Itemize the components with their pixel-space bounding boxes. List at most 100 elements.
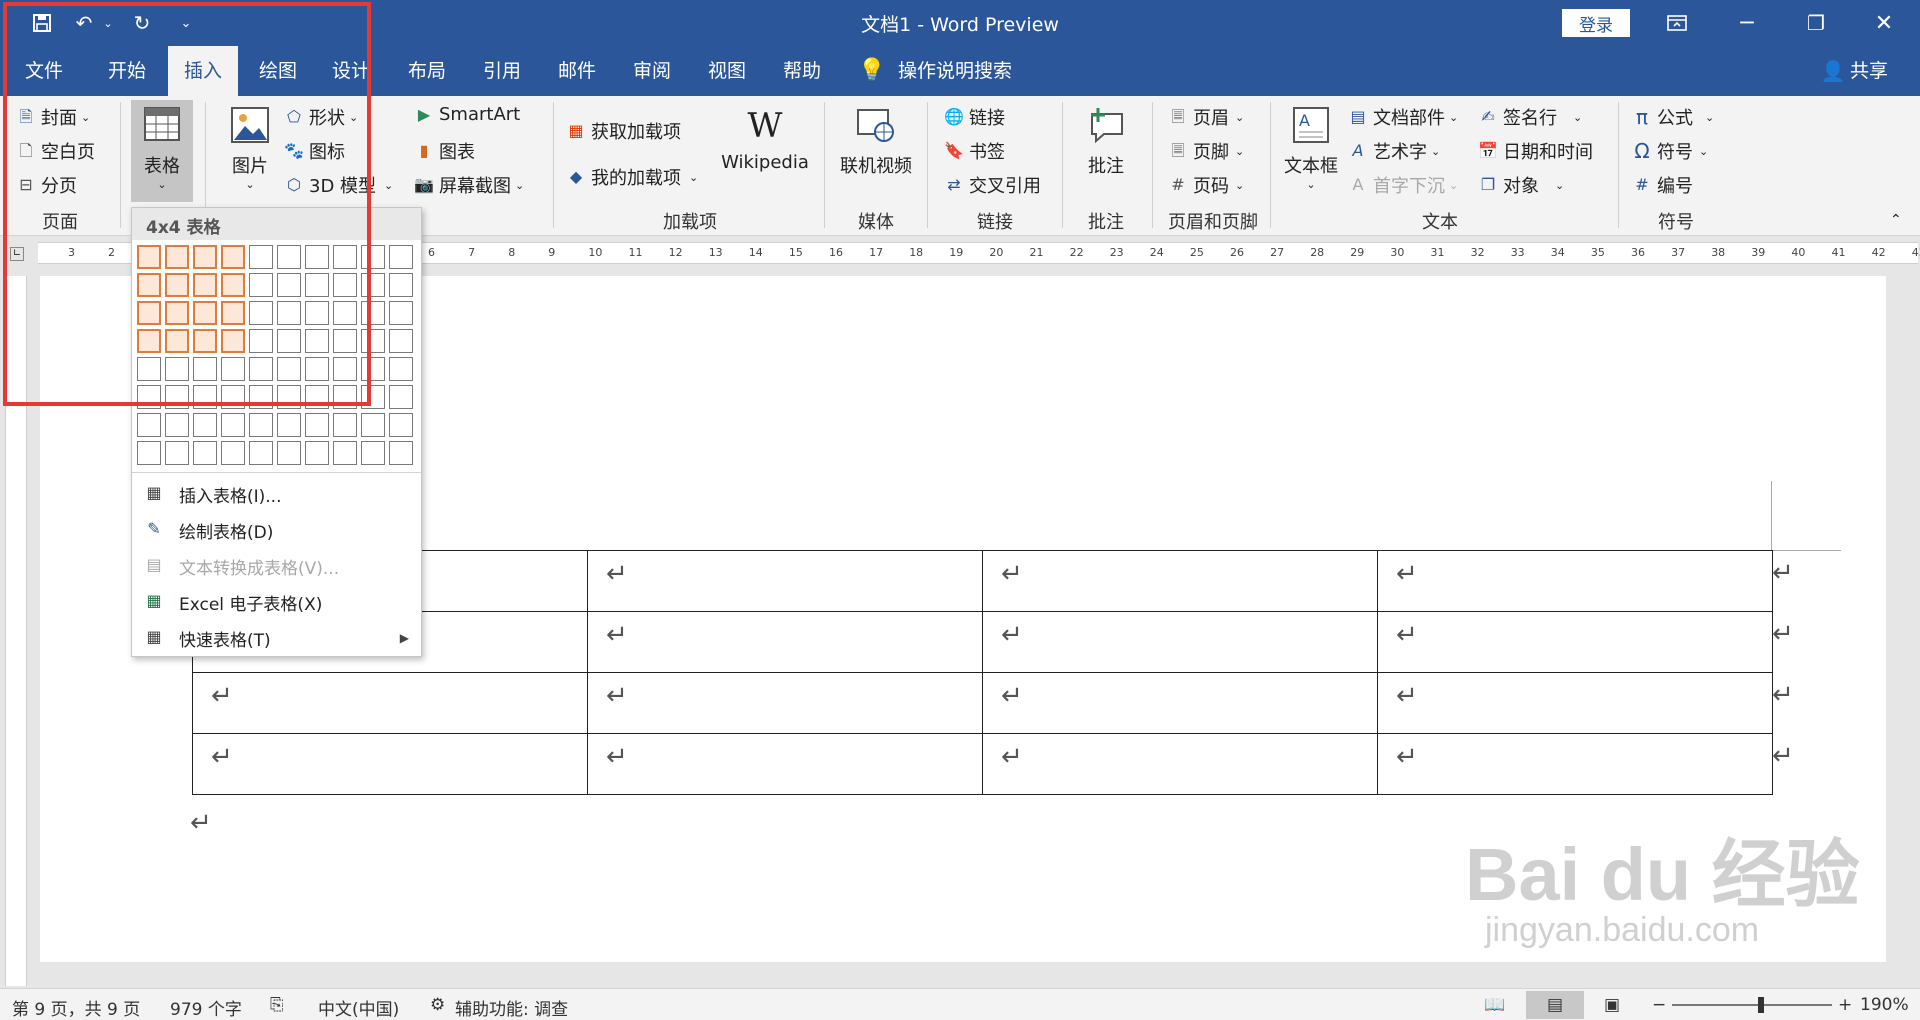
grid-cell[interactable] — [221, 441, 245, 465]
table-cell[interactable]: ↵ — [982, 733, 1378, 795]
grid-cell[interactable] — [305, 441, 329, 465]
tab-references[interactable]: 引用 — [467, 46, 537, 96]
table-cell[interactable]: ↵ — [1377, 550, 1773, 612]
table-cell[interactable]: ↵ — [1377, 672, 1773, 734]
textbox-button[interactable]: A 文本框 ⌄ — [1280, 106, 1342, 191]
cross-reference-button[interactable]: ⇄ 交叉引用 — [944, 172, 1041, 198]
table-cell[interactable]: ↵ — [1377, 611, 1773, 673]
table-cell[interactable]: ↵ — [587, 672, 983, 734]
page-count[interactable]: 第 9 页，共 9 页 — [12, 995, 140, 1020]
read-mode-icon[interactable]: 📖 — [1484, 995, 1505, 1015]
collapse-ribbon-icon[interactable]: ⌃ — [1890, 212, 1902, 228]
date-time-button[interactable]: 📅 日期和时间 — [1478, 138, 1593, 164]
quick-parts-button[interactable]: ▤ 文档部件 ⌄ — [1348, 104, 1458, 130]
tell-me-search[interactable]: 操作说明搜索 — [898, 46, 1028, 96]
quick-tables-item[interactable]: ▦ 快速表格(T) ▶ — [132, 620, 421, 656]
table-cell[interactable]: ↵ — [1377, 733, 1773, 795]
tab-mailings[interactable]: 邮件 — [542, 46, 612, 96]
table-cell[interactable]: ↵ — [587, 611, 983, 673]
screenshot-button[interactable]: 📷 屏幕截图 ⌄ — [414, 172, 524, 198]
signature-line-button[interactable]: ✍ 签名行 ⌄ — [1478, 104, 1582, 130]
drop-cap-button[interactable]: A 首字下沉 ⌄ — [1348, 172, 1459, 198]
footer-button[interactable]: 🗏 页脚 ⌄ — [1168, 138, 1245, 164]
grid-cell[interactable] — [165, 413, 189, 437]
symbol-button[interactable]: Ω 符号 ⌄ — [1632, 138, 1708, 164]
equation-button[interactable]: π 公式 ⌄ — [1632, 104, 1714, 130]
comment-button[interactable]: 批注 — [1076, 106, 1136, 178]
grid-cell[interactable] — [333, 413, 357, 437]
accessibility-status[interactable]: 辅助功能: 调查 — [455, 995, 568, 1020]
zoom-out-icon[interactable]: − — [1652, 995, 1666, 1015]
grid-cell[interactable] — [193, 441, 217, 465]
number-button[interactable]: # 编号 — [1632, 172, 1693, 198]
object-button[interactable]: ❐ 对象 ⌄ — [1478, 172, 1564, 198]
grid-cell[interactable] — [137, 441, 161, 465]
table-cell[interactable]: ↵ — [587, 550, 983, 612]
tab-layout[interactable]: 布局 — [392, 46, 462, 96]
ruler-number: 25 — [1189, 246, 1204, 259]
grid-cell[interactable] — [361, 413, 385, 437]
excel-spreadsheet-item[interactable]: ▦ Excel 电子表格(X) — [132, 584, 421, 620]
grid-cell[interactable] — [389, 245, 413, 269]
draw-table-item[interactable]: ✎ 绘制表格(D) — [132, 512, 421, 548]
grid-cell[interactable] — [389, 357, 413, 381]
table-cell[interactable]: ↵ — [982, 672, 1378, 734]
share-button[interactable]: 共享 — [1850, 46, 1900, 96]
get-addins-button[interactable]: ▦ 获取加载项 — [566, 118, 681, 144]
ribbon-display-options-icon[interactable] — [1645, 0, 1709, 46]
smartart-button[interactable]: ▶ SmartArt — [414, 104, 520, 125]
grid-cell[interactable] — [389, 273, 413, 297]
grid-cell[interactable] — [137, 413, 161, 437]
word-count[interactable]: 979 个字 — [170, 995, 242, 1020]
wikipedia-button[interactable]: W Wikipedia — [715, 106, 815, 173]
grid-cell[interactable] — [361, 441, 385, 465]
header-button[interactable]: 🗏 页眉 ⌄ — [1168, 104, 1245, 130]
language-indicator[interactable]: 中文(中国) — [318, 995, 399, 1020]
table-cell[interactable]: ↵ — [587, 733, 983, 795]
table-cell[interactable]: ↵ — [982, 611, 1378, 673]
footer-label: 页脚 — [1193, 142, 1229, 163]
grid-cell[interactable] — [193, 413, 217, 437]
link-button[interactable]: 🌐 链接 — [944, 104, 1005, 130]
grid-cell[interactable] — [249, 441, 273, 465]
close-icon[interactable]: ✕ — [1852, 0, 1916, 46]
tab-help[interactable]: 帮助 — [767, 46, 837, 96]
proofing-icon[interactable]: ⎘ — [270, 995, 284, 1015]
zoom-slider[interactable] — [1672, 1004, 1832, 1006]
grid-cell[interactable] — [221, 413, 245, 437]
minimize-icon[interactable]: ─ — [1715, 0, 1779, 46]
login-button[interactable]: 登录 — [1562, 9, 1630, 37]
grid-cell[interactable] — [389, 329, 413, 353]
chart-button[interactable]: ▮ 图表 — [414, 138, 475, 164]
page-number-button[interactable]: # 页码 ⌄ — [1168, 172, 1244, 198]
globe-link-icon: 🌐 — [944, 107, 964, 126]
zoom-in-icon[interactable]: + — [1838, 995, 1852, 1015]
grid-cell[interactable] — [389, 385, 413, 409]
insert-table-item[interactable]: ▦ 插入表格(I)... — [132, 476, 421, 512]
convert-text-to-table-item[interactable]: ▤ 文本转换成表格(V)... — [132, 548, 421, 584]
tab-view[interactable]: 视图 — [692, 46, 762, 96]
wordart-button[interactable]: A 艺术字 ⌄ — [1348, 138, 1441, 164]
bookmark-button[interactable]: 🔖 书签 — [944, 138, 1005, 164]
grid-cell[interactable] — [249, 413, 273, 437]
online-video-button[interactable]: 联机视频 — [834, 106, 918, 178]
table-cell[interactable]: ↵ — [192, 672, 588, 734]
table-cell[interactable]: ↵ — [192, 733, 588, 795]
grid-cell[interactable] — [389, 441, 413, 465]
grid-cell[interactable] — [389, 413, 413, 437]
print-layout-icon[interactable]: ▤ — [1526, 991, 1584, 1019]
document-table[interactable]: ↵↵↵↵↵↵↵↵↵↵↵↵↵↵↵↵ — [192, 550, 1773, 795]
restore-icon[interactable]: ❐ — [1784, 0, 1848, 46]
tab-review[interactable]: 审阅 — [617, 46, 687, 96]
table-cell[interactable]: ↵ — [982, 550, 1378, 612]
grid-cell[interactable] — [389, 301, 413, 325]
grid-cell[interactable] — [165, 441, 189, 465]
zoom-level[interactable]: 190% — [1860, 995, 1909, 1015]
grid-cell[interactable] — [277, 441, 301, 465]
my-addins-button[interactable]: ◆ 我的加载项 ⌄ — [566, 164, 698, 190]
zoom-slider-thumb[interactable] — [1758, 997, 1764, 1013]
grid-cell[interactable] — [333, 441, 357, 465]
grid-cell[interactable] — [277, 413, 301, 437]
web-layout-icon[interactable]: ▣ — [1604, 995, 1620, 1015]
grid-cell[interactable] — [305, 413, 329, 437]
